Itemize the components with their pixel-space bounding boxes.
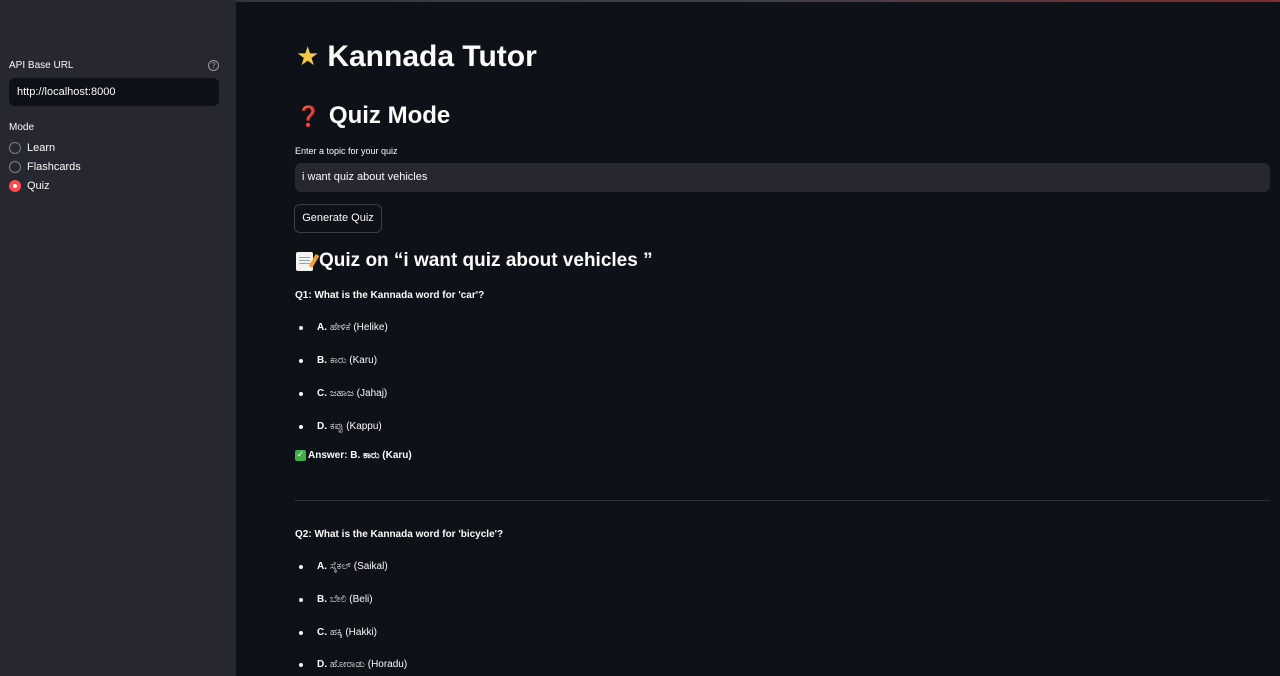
mode-option-flashcards[interactable]: Flashcards [9,161,81,173]
memo-icon [296,251,313,271]
sidebar: API Base URL ? http://localhost:8000 Mod… [0,0,236,676]
option-letter: B. [317,594,327,605]
mode-option-quiz[interactable]: Quiz [9,180,50,192]
question-mark-icon: ❓ [296,104,321,128]
question-2: Q2: What is the Kannada word for 'bicycl… [295,529,504,540]
option-text: ಕಪ್ಪು (Kappu) [330,421,382,432]
mode-option-label: Flashcards [27,161,81,173]
api-base-url-label: API Base URL [9,60,74,71]
mode-option-label: Learn [27,142,56,154]
mode-option-learn[interactable]: Learn [9,142,55,154]
divider [295,500,1270,501]
list-item: A. ಸೈಕಲ್ (Saikal) [299,561,388,572]
option-text: ಕಾರು (Karu) [330,355,378,366]
option-letter: A. [317,322,327,333]
answer-text: Answer: B. ಕಾರು (Karu) [308,450,412,461]
page-title-text: Kannada Tutor [327,40,537,73]
option-letter: D. [317,421,327,432]
option-text: ಬೇಲಿ (Beli) [330,594,373,605]
quiz-heading: Quiz on “i want quiz about vehicles ” [296,250,653,272]
bullet [299,597,303,602]
bullet [299,391,303,396]
mode-option-label: Quiz [27,180,50,192]
topic-input[interactable]: i want quiz about vehicles [295,163,1270,192]
section-title: ❓ Quiz Mode [296,102,450,130]
list-item: C. ಹಕ್ಕಿ (Hakki) [299,627,377,638]
option-text: ಸೈಕಲ್ (Saikal) [330,561,388,572]
answer-1: ✓ Answer: B. ಕಾರು (Karu) [295,450,412,461]
option-letter: D. [317,659,327,670]
bullet [299,662,303,667]
list-item: A. ಹೇಳಿಕೆ (Helike) [299,322,388,333]
radio-flashcards[interactable] [9,161,21,173]
option-letter: A. [317,561,327,572]
list-item: B. ಕಾರು (Karu) [299,355,377,366]
api-base-url-input[interactable]: http://localhost:8000 [9,78,219,106]
radio-learn[interactable] [9,142,21,154]
mode-label: Mode [9,122,35,133]
generate-quiz-button[interactable]: Generate Quiz [294,204,382,233]
bullet [299,325,303,330]
bullet [299,630,303,635]
radio-quiz[interactable] [9,180,21,192]
quiz-heading-text: Quiz on “i want quiz about vehicles ” [319,250,653,271]
help-icon[interactable]: ? [208,60,219,71]
topic-input-label: Enter a topic for your quiz [295,146,398,156]
option-text: ಹಕ್ಕಿ (Hakki) [330,627,378,638]
bullet [299,424,303,429]
page-title: ★ Kannada Tutor [296,40,537,74]
main-content: ★ Kannada Tutor ❓ Quiz Mode Enter a topi… [236,0,1280,676]
question-1: Q1: What is the Kannada word for 'car'? [295,290,485,301]
list-item: D. ಹೋರಾಡು (Horadu) [299,659,407,670]
option-text: ಹೇಳಿಕೆ (Helike) [330,322,388,333]
option-letter: B. [317,355,327,366]
option-text: ಹೋರಾಡು (Horadu) [330,659,408,670]
glowing-star-icon: ★ [296,42,320,72]
option-letter: C. [317,388,327,399]
option-text: ಜಹಾಜ (Jahaj) [330,388,388,399]
bullet [299,564,303,569]
option-letter: C. [317,627,327,638]
list-item: C. ಜಹಾಜ (Jahaj) [299,388,387,399]
section-title-text: Quiz Mode [328,102,451,129]
list-item: D. ಕಪ್ಪು (Kappu) [299,421,382,432]
list-item: B. ಬೇಲಿ (Beli) [299,594,373,605]
bullet [299,358,303,363]
check-mark-icon: ✓ [295,450,306,461]
